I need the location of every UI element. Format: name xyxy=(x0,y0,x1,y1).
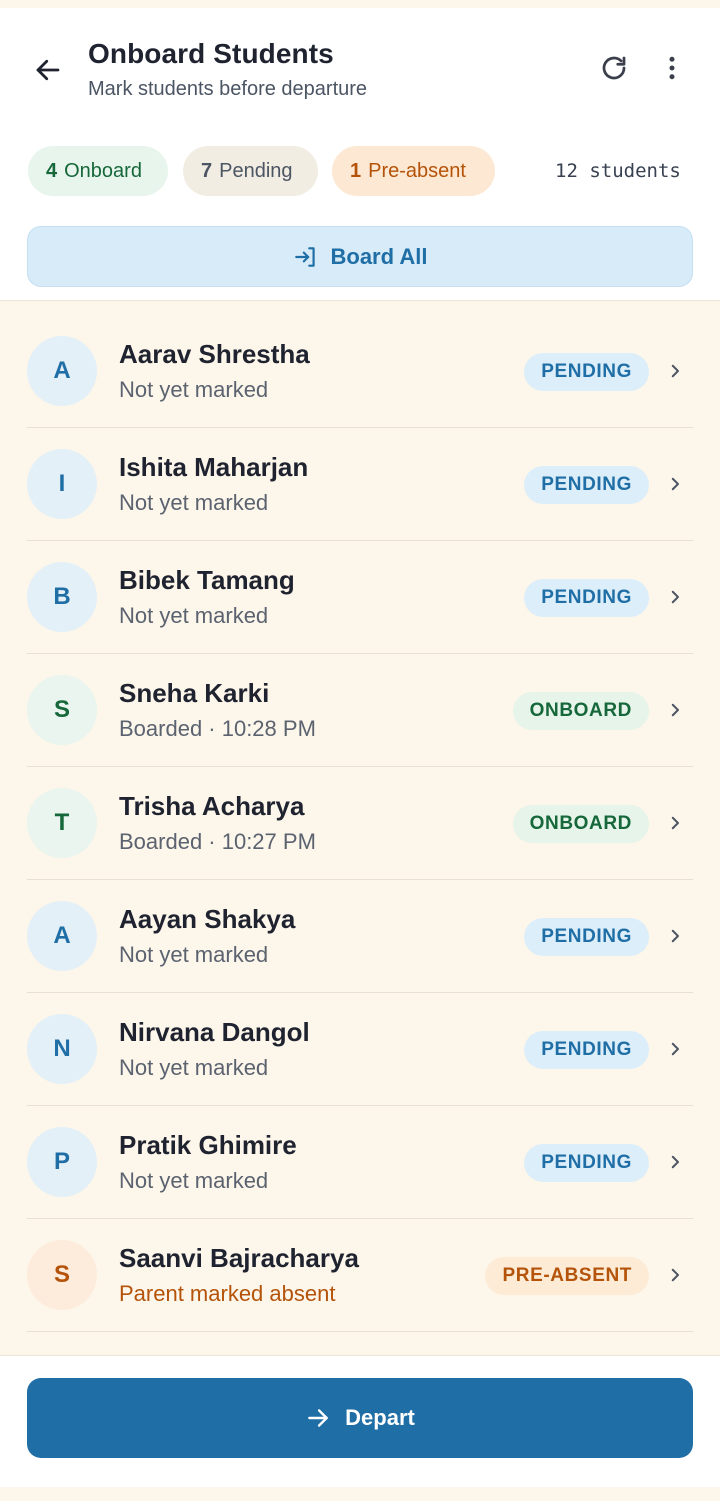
pending-count: 7 xyxy=(201,159,213,182)
chevron-right-icon xyxy=(665,1265,685,1285)
student-name: Aayan Shakya xyxy=(119,904,296,934)
status-bar-area xyxy=(0,0,720,8)
page-subtitle: Mark students before departure xyxy=(88,78,368,100)
student-status-text: Not yet marked xyxy=(119,603,269,628)
student-name: Bibek Tamang xyxy=(119,565,295,595)
chevron-right-icon xyxy=(665,813,685,833)
student-name: Nirvana Dangol xyxy=(119,1017,310,1047)
onboard-count: 4 xyxy=(46,159,58,182)
student-row[interactable]: A Aarav Shrestha Not yet marked PENDING xyxy=(27,315,693,428)
student-status-text: Parent marked absent xyxy=(119,1281,336,1306)
student-name: Sneha Karki xyxy=(119,678,270,708)
board-all-button[interactable]: Board All xyxy=(27,226,693,287)
more-vertical-icon xyxy=(669,56,675,80)
pending-count-chip: 7 Pending xyxy=(183,146,318,196)
student-row[interactable]: T Trisha Acharya Boarded · 10:27 PM ONBO… xyxy=(27,767,693,880)
student-avatar: A xyxy=(27,336,97,406)
refresh-icon xyxy=(602,56,626,80)
student-row[interactable]: S Sneha Karki Boarded · 10:28 PM ONBOARD xyxy=(27,654,693,767)
student-name: Ishita Maharjan xyxy=(119,452,309,482)
depart-button[interactable]: Depart xyxy=(27,1378,693,1458)
preabsent-count-chip: 1 Pre-absent xyxy=(332,146,495,196)
student-status-text: Boarded · 10:28 PM xyxy=(119,716,316,741)
status-badge: PENDING xyxy=(524,466,649,504)
nav-bar-area xyxy=(0,1487,720,1501)
preabsent-label: Pre-absent xyxy=(368,159,466,182)
student-status-text: Not yet marked xyxy=(119,377,269,402)
student-avatar: S xyxy=(27,675,97,745)
student-row[interactable]: B Bibek Tamang Not yet marked PENDING xyxy=(27,541,693,654)
status-badge: PENDING xyxy=(524,1031,649,1069)
student-status-text: Boarded · 10:27 PM xyxy=(119,829,316,854)
student-avatar: S xyxy=(27,1240,97,1310)
chevron-right-icon xyxy=(665,361,685,381)
app-header: Onboard Students Mark students before de… xyxy=(0,8,720,301)
chevron-right-icon xyxy=(665,1039,685,1059)
chevron-right-icon xyxy=(665,474,685,494)
student-avatar: B xyxy=(27,562,97,632)
login-icon xyxy=(294,246,315,267)
status-badge: PRE-ABSENT xyxy=(485,1257,649,1295)
student-avatar: T xyxy=(27,788,97,858)
student-name: Aarav Shrestha xyxy=(119,339,310,369)
chevron-right-icon xyxy=(665,1152,685,1172)
student-avatar: I xyxy=(27,449,97,519)
status-badge: ONBOARD xyxy=(512,805,649,843)
chevron-right-icon xyxy=(665,587,685,607)
student-name: Pratik Ghimire xyxy=(119,1130,297,1160)
student-status-text: Not yet marked xyxy=(119,942,269,967)
status-badge: PENDING xyxy=(524,1144,649,1182)
status-badge: PENDING xyxy=(524,918,649,956)
student-name: Trisha Acharya xyxy=(119,791,305,821)
total-students: 12 students xyxy=(555,160,681,182)
student-status-text: Not yet marked xyxy=(119,1168,269,1193)
student-row[interactable]: P Pratik Ghimire Not yet marked PENDING xyxy=(27,1106,693,1219)
page-title: Onboard Students xyxy=(88,38,334,69)
student-status-text: Not yet marked xyxy=(119,490,269,515)
student-row[interactable]: I Ishita Maharjan Not yet marked PENDING xyxy=(27,428,693,541)
student-row[interactable]: S Saanvi Bajracharya Parent marked absen… xyxy=(27,1219,693,1332)
student-avatar: P xyxy=(27,1127,97,1197)
board-all-label: Board All xyxy=(330,243,428,269)
depart-label: Depart xyxy=(345,1405,415,1430)
status-badge: ONBOARD xyxy=(512,692,649,730)
student-list: A Aarav Shrestha Not yet marked PENDING … xyxy=(27,315,693,1332)
chevron-right-icon xyxy=(665,926,685,946)
preabsent-count: 1 xyxy=(350,159,362,182)
more-options-button[interactable] xyxy=(652,48,692,88)
back-button[interactable] xyxy=(28,50,68,90)
arrow-left-icon xyxy=(36,59,60,81)
student-avatar: N xyxy=(27,1014,97,1084)
onboard-count-chip: 4 Onboard xyxy=(28,146,168,196)
arrow-right-icon xyxy=(308,1409,329,1427)
student-row[interactable]: N Nirvana Dangol Not yet marked PENDING xyxy=(27,993,693,1106)
status-badge: PENDING xyxy=(524,579,649,617)
refresh-button[interactable] xyxy=(594,48,634,88)
student-row[interactable]: A Aayan Shakya Not yet marked PENDING xyxy=(27,880,693,993)
chevron-right-icon xyxy=(665,700,685,720)
footer-bar: Depart xyxy=(0,1355,720,1487)
student-name: Saanvi Bajracharya xyxy=(119,1243,359,1273)
status-badge: PENDING xyxy=(524,353,649,391)
onboard-label: Onboard xyxy=(64,159,142,182)
student-avatar: A xyxy=(27,901,97,971)
student-status-text: Not yet marked xyxy=(119,1055,269,1080)
pending-label: Pending xyxy=(219,159,293,182)
